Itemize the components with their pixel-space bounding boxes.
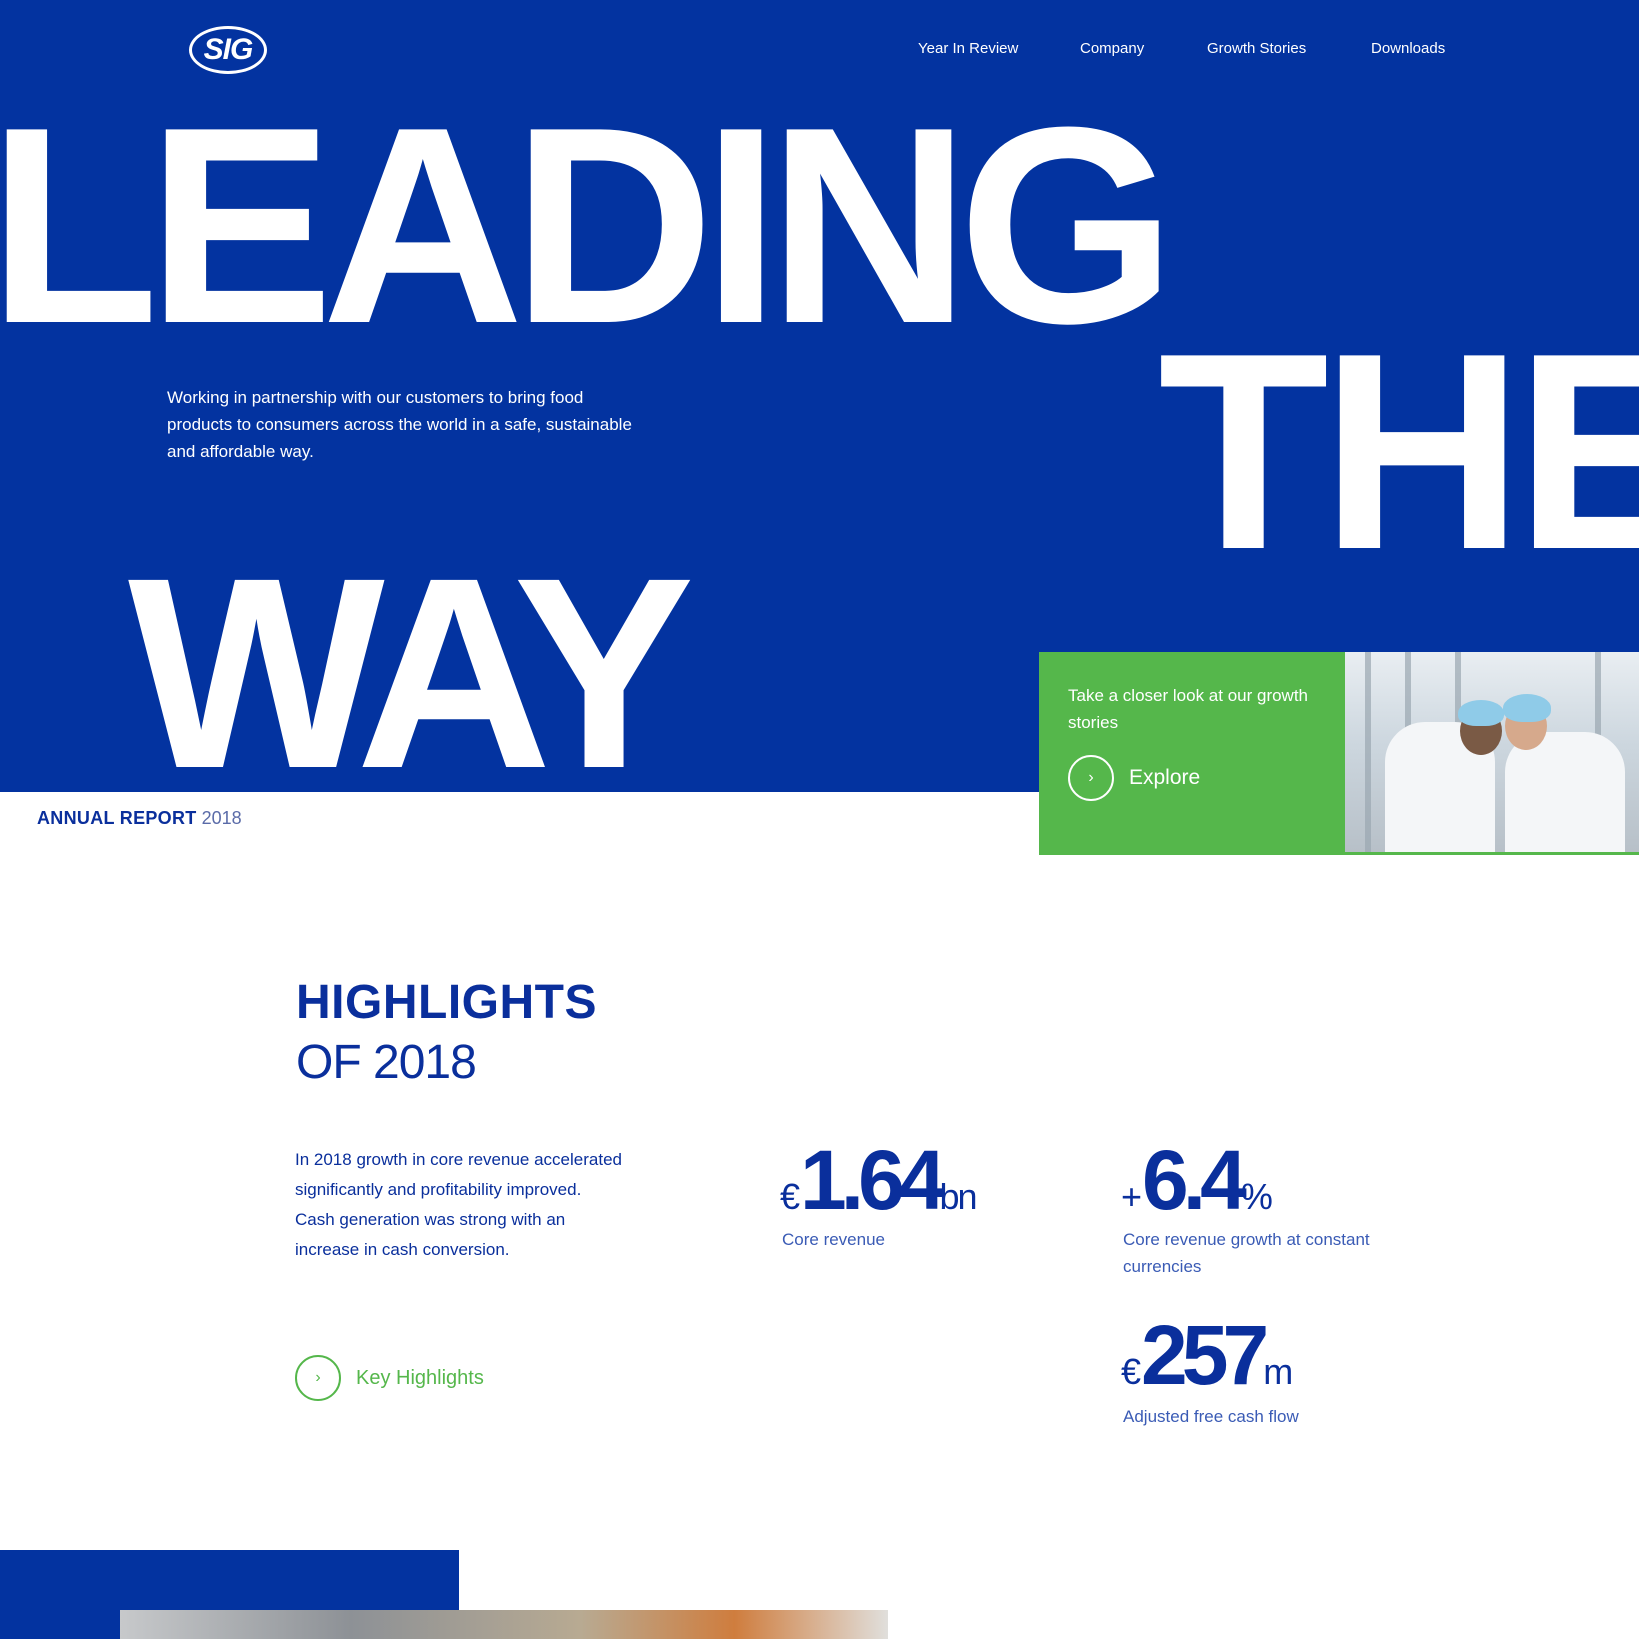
promo-underline xyxy=(1345,852,1639,855)
stat-core-revenue: €1.64bn xyxy=(780,1132,978,1229)
stat-value: 257 xyxy=(1141,1308,1269,1402)
highlights-title: HIGHLIGHTS xyxy=(296,976,597,1029)
stat-revenue-growth: +6.4% xyxy=(1121,1132,1273,1229)
promo-panel: Take a closer look at our growth stories… xyxy=(1039,652,1345,855)
key-highlights-label: Key Highlights xyxy=(356,1366,484,1389)
next-section-photo xyxy=(120,1610,888,1639)
nav-item-year-in-review[interactable]: Year In Review xyxy=(918,40,1018,57)
hero-word-leading: LEADING xyxy=(0,70,1176,382)
stat-value: 6.4 xyxy=(1142,1133,1247,1227)
stat-label: Core revenue xyxy=(782,1230,886,1249)
promo-text: Take a closer look at our growth stories xyxy=(1068,686,1309,732)
report-year: 2018 xyxy=(201,808,242,828)
chevron-right-icon: › xyxy=(295,1355,341,1401)
stat-prefix: + xyxy=(1121,1176,1143,1217)
explore-button[interactable]: › Explore xyxy=(1068,755,1200,801)
stat-unit: bn xyxy=(939,1176,978,1217)
hero-word-way: WAY xyxy=(128,521,695,792)
hero-description: Working in partnership with our customer… xyxy=(167,388,632,461)
report-label: ANNUAL REPORT xyxy=(37,808,197,828)
nav-item-growth-stories[interactable]: Growth Stories xyxy=(1207,40,1306,57)
stat-label: Adjusted free cash flow xyxy=(1123,1407,1299,1426)
stat-unit: % xyxy=(1240,1176,1273,1217)
chevron-right-icon: › xyxy=(1068,755,1114,801)
stat-free-cash-flow: €257m xyxy=(1121,1307,1293,1404)
stat-prefix: € xyxy=(1121,1351,1142,1392)
growth-stories-promo: Take a closer look at our growth stories… xyxy=(1039,652,1639,855)
nav-item-company[interactable]: Company xyxy=(1080,40,1144,57)
stat-prefix: € xyxy=(780,1176,801,1217)
hero-word-the: THE xyxy=(1158,296,1639,608)
factory-photo xyxy=(1345,652,1639,852)
stat-unit: m xyxy=(1263,1351,1293,1392)
annual-report-label: ANNUAL REPORT 2018 xyxy=(37,808,242,829)
explore-label: Explore xyxy=(1129,766,1201,789)
highlights-subtitle: OF 2018 xyxy=(296,1036,477,1089)
nav-item-downloads[interactable]: Downloads xyxy=(1371,40,1445,57)
main-nav: Year In Review Company Growth Stories Do… xyxy=(0,40,1639,64)
key-highlights-link[interactable]: › Key Highlights xyxy=(295,1355,484,1401)
stat-value: 1.64 xyxy=(800,1133,945,1227)
stat-label: Core revenue growth at constant currenci… xyxy=(1123,1230,1370,1276)
highlights-description: In 2018 growth in core revenue accelerat… xyxy=(295,1150,622,1259)
